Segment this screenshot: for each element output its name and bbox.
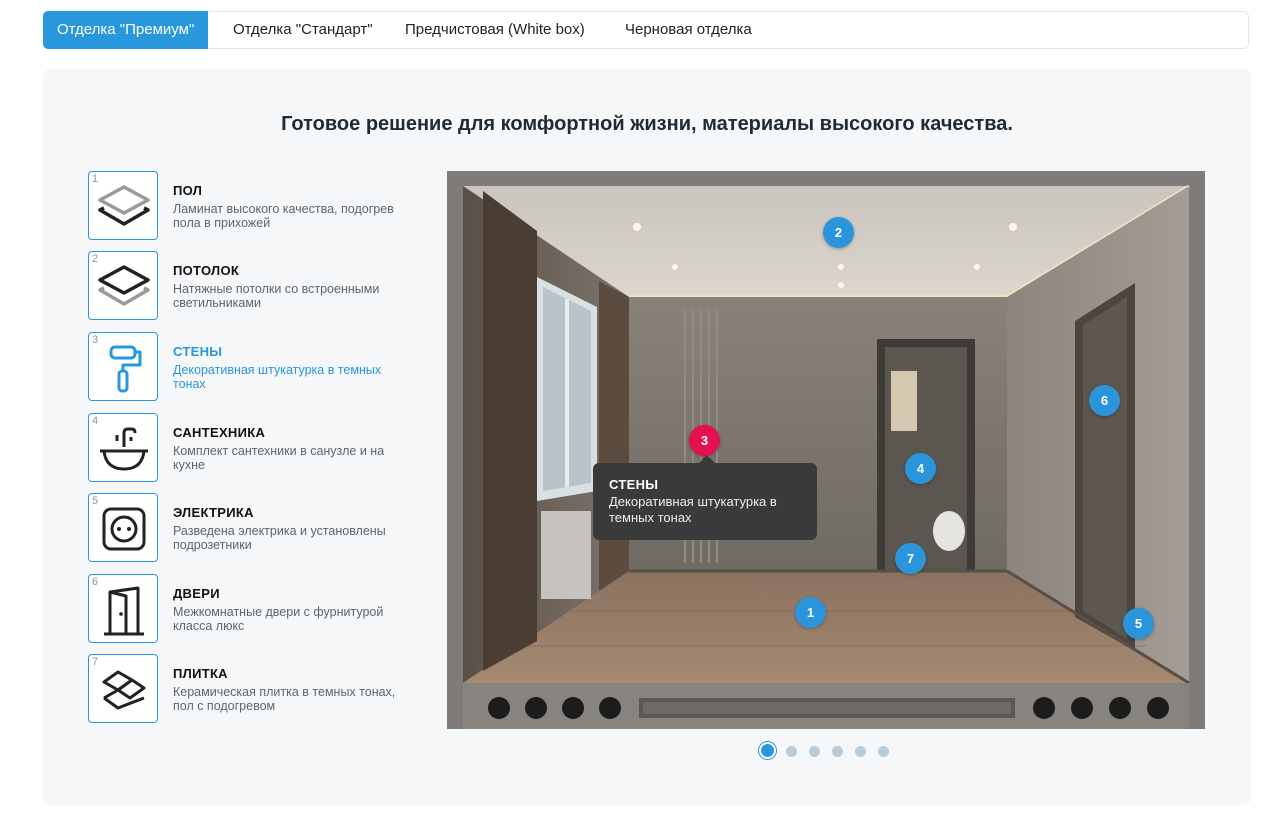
hotspot-pin-doors[interactable]: 6 — [1089, 385, 1120, 416]
faucet-sink-icon — [100, 427, 148, 471]
tab-rough[interactable]: Черновая отделка — [611, 12, 766, 48]
feature-ceiling[interactable]: 2 ПОТОЛОК Натяжные потолки со встроенным… — [88, 251, 418, 323]
slider-dot-6[interactable] — [878, 746, 889, 757]
finish-type-tabs: Отделка "Премиум" Отделка "Стандарт" Пре… — [43, 11, 1249, 49]
feature-floor[interactable]: 1 ПОЛ Ламинат высокого качества, подогре… — [88, 171, 418, 243]
hotspot-pin-floor[interactable]: 1 — [795, 597, 826, 628]
feature-title: ПОТОЛОК — [173, 263, 240, 278]
hotspot-pin-ceiling[interactable]: 2 — [823, 217, 854, 248]
feature-plumbing[interactable]: 4 САНТЕХНИКА Комплект сантехники в сануз… — [88, 413, 418, 485]
tab-premium[interactable]: Отделка "Премиум" — [43, 11, 209, 49]
feature-description: Разведена электрика и установлены подроз… — [173, 524, 386, 552]
feature-description: Керамическая плитка в темных тонах, пол … — [173, 685, 396, 713]
slider-dot-5[interactable] — [855, 746, 866, 757]
feature-description: Натяжные потолки со встроенными светильн… — [173, 282, 380, 310]
room-visualization: 1 2 3 4 5 6 7 СТЕНЫ Декоративная штукату… — [447, 171, 1205, 729]
feature-icon-box: 5 — [88, 493, 158, 562]
tab-standard[interactable]: Отделка "Стандарт" — [219, 12, 387, 48]
slider-dot-2[interactable] — [786, 746, 797, 757]
feature-icon-box: 4 — [88, 413, 158, 482]
feature-icon-box: 7 — [88, 654, 158, 723]
hotspot-tooltip: СТЕНЫ Декоративная штукатурка в темных т… — [593, 455, 817, 540]
tab-white-box[interactable]: Предчистовая (White box) — [391, 12, 599, 48]
tooltip-description: Декоративная штукатурка в темных тонах — [609, 494, 777, 525]
hotspot-pin-electrical[interactable]: 5 — [1123, 608, 1154, 639]
feature-description: Комплект сантехники в санузле и на кухне — [173, 444, 385, 472]
floor-layers-icon — [98, 185, 150, 226]
feature-description: Ламинат высокого качества, подогрев пола… — [173, 202, 394, 230]
tooltip-title: СТЕНЫ — [609, 477, 659, 492]
feature-title: СТЕНЫ — [173, 344, 223, 359]
feature-title: САНТЕХНИКА — [173, 425, 266, 440]
feature-description: Межкомнатные двери с фурнитурой класса л… — [173, 605, 384, 633]
feature-walls[interactable]: 3 СТЕНЫ Декоративная штукатурка в темных… — [88, 332, 418, 404]
feature-icon-box: 2 — [88, 251, 158, 320]
feature-doors[interactable]: 6 ДВЕРИ Межкомнатные двери с фурнитурой … — [88, 574, 418, 646]
paint-roller-icon — [109, 345, 142, 393]
feature-icon-box: 1 — [88, 171, 158, 240]
panel-headline: Готовое решение для комфортной жизни, ма… — [281, 113, 1013, 135]
hotspot-pin-tiles[interactable]: 7 — [895, 543, 926, 574]
power-socket-icon — [102, 507, 146, 551]
slider-dot-4[interactable] — [832, 746, 843, 757]
finish-panel: Готовое решение для комфортной жизни, ма… — [43, 69, 1251, 805]
ceiling-layers-icon — [98, 265, 150, 306]
feature-title: ДВЕРИ — [173, 586, 220, 601]
room-render-image — [447, 171, 1205, 729]
feature-title: ЭЛЕКТРИКА — [173, 505, 254, 520]
feature-description: Декоративная штукатурка в темных тонах — [173, 363, 382, 391]
feature-icon-box: 6 — [88, 574, 158, 643]
feature-title: ПЛИТКА — [173, 666, 228, 681]
slider-dot-3[interactable] — [809, 746, 820, 757]
feature-icon-box: 3 — [88, 332, 158, 401]
door-icon — [104, 586, 144, 636]
hotspot-pin-plumbing[interactable]: 4 — [905, 453, 936, 484]
hotspot-pin-walls[interactable]: 3 — [689, 425, 720, 456]
feature-tiles[interactable]: 7 ПЛИТКА Керамическая плитка в темных то… — [88, 654, 418, 726]
slider-dot-1[interactable] — [759, 742, 776, 759]
tiles-icon — [102, 670, 146, 710]
feature-electrical[interactable]: 5 ЭЛЕКТРИКА Разведена электрика и устано… — [88, 493, 418, 565]
feature-title: ПОЛ — [173, 183, 203, 198]
